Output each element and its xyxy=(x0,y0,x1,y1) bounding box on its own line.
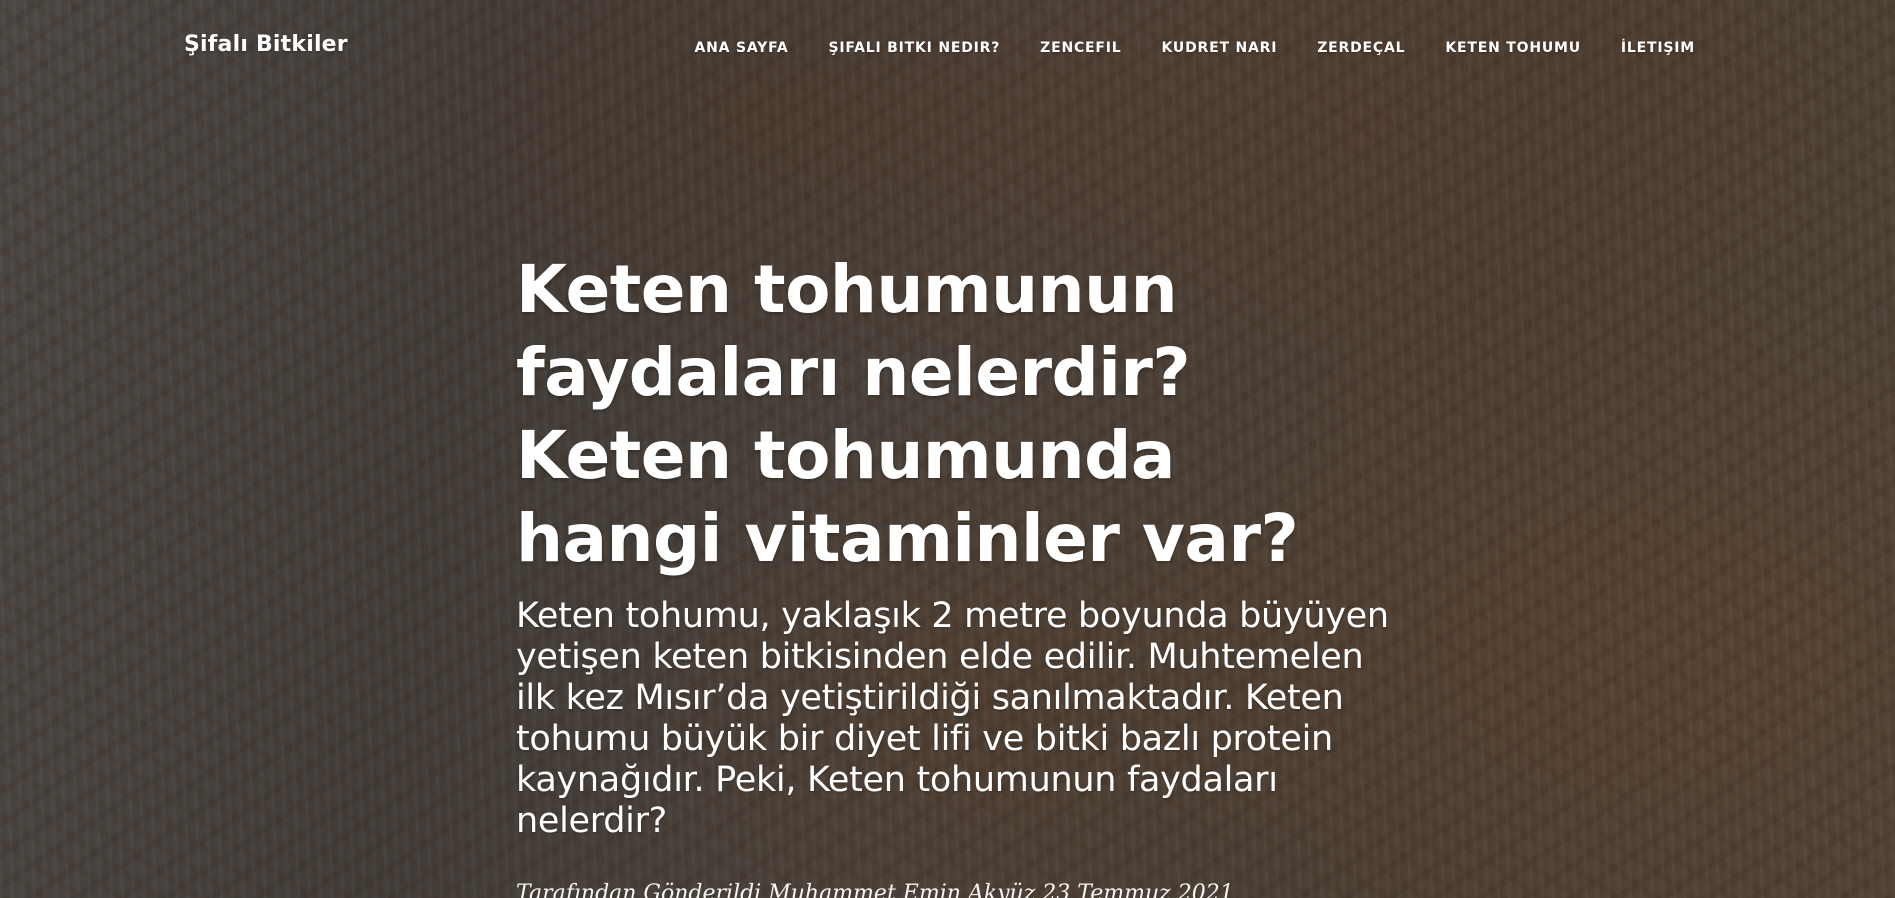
nav-link-kudret-nari[interactable]: KUDRET NARI xyxy=(1162,40,1278,56)
nav-link-zerdecal[interactable]: ZERDEÇAL xyxy=(1317,40,1405,56)
post-title: Keten tohumunun faydaları nelerdir? Kete… xyxy=(516,251,1299,577)
nav-item-keten-tohumu: KETEN TOHUMU xyxy=(1445,37,1581,56)
nav-item-kudret-nari: KUDRET NARI xyxy=(1162,37,1278,56)
nav-item-zencefil: ZENCEFIL xyxy=(1040,37,1121,56)
nav-link-keten-tohumu[interactable]: KETEN TOHUMU xyxy=(1445,40,1581,56)
navbar: Şifalı Bitkiler ANA SAYFA ŞIFALI BITKI N… xyxy=(0,0,1895,92)
post-heading: Keten tohumunun faydaları nelerdir? Kete… xyxy=(516,248,1396,898)
hero-header: Şifalı Bitkiler ANA SAYFA ŞIFALI BITKI N… xyxy=(0,0,1895,898)
nav-item-iletisim: İLETIŞIM xyxy=(1621,37,1695,56)
nav-menu: ANA SAYFA ŞIFALI BITKI NEDIR? ZENCEFIL K… xyxy=(695,37,1695,56)
brand-link[interactable]: Şifalı Bitkiler xyxy=(184,32,348,57)
nav-link-zencefil[interactable]: ZENCEFIL xyxy=(1040,40,1121,56)
nav-item-sifali-bitki-nedir: ŞIFALI BITKI NEDIR? xyxy=(828,37,1000,56)
post-meta: Tarafından Gönderildi Muhammet Emin Akyü… xyxy=(516,881,1234,898)
nav-link-ana-sayfa[interactable]: ANA SAYFA xyxy=(695,40,789,56)
nav-link-iletisim[interactable]: İLETIŞIM xyxy=(1621,40,1695,56)
post-subtitle: Keten tohumu, yaklaşık 2 metre boyunda b… xyxy=(516,596,1389,841)
nav-item-zerdecal: ZERDEÇAL xyxy=(1317,37,1405,56)
nav-link-sifali-bitki-nedir[interactable]: ŞIFALI BITKI NEDIR? xyxy=(828,40,1000,56)
nav-item-ana-sayfa: ANA SAYFA xyxy=(695,37,789,56)
